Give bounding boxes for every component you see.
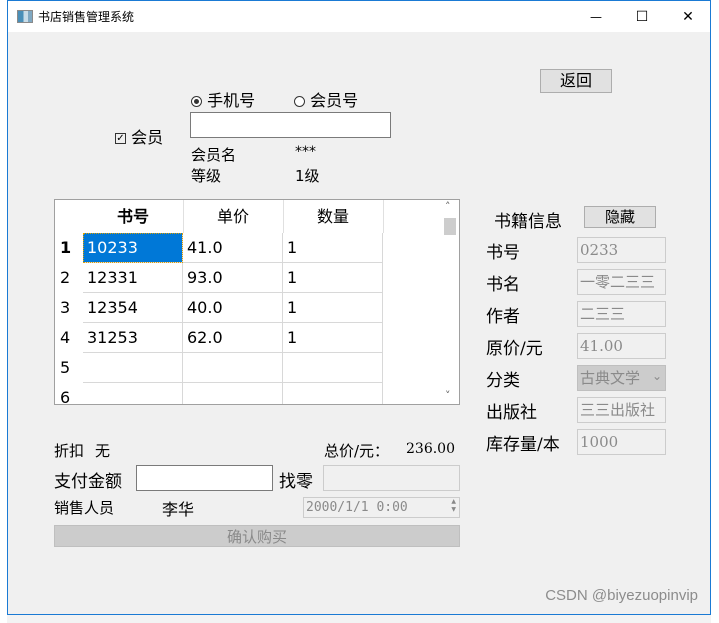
combo-arrow-icon: ⌄: [651, 369, 662, 383]
book-field-value: 0233: [577, 237, 666, 263]
table-cell-price[interactable]: [183, 383, 283, 404]
title-bar: 书店销售管理系统 — ☐ ✕: [8, 1, 710, 32]
book-field-value: 三三出版社: [577, 397, 666, 423]
table-cell-book-no[interactable]: 12331: [83, 263, 183, 293]
total-label: 总价/元：: [324, 442, 390, 460]
table-cell-qty[interactable]: [283, 383, 383, 404]
book-field-label: 库存量/本: [486, 435, 560, 455]
spin-down-icon: ▼: [451, 506, 456, 513]
main-window: 书店销售管理系统 — ☐ ✕ 返回 ✓ 会员 手机号 会员号 会员名 *** 等…: [7, 0, 711, 615]
table-cell-book-no[interactable]: 31253: [83, 323, 183, 353]
book-field-label: 分类: [486, 371, 520, 391]
radio-selected-icon: [191, 96, 202, 107]
table-cell-book-no[interactable]: [83, 353, 183, 383]
minimize-button[interactable]: —: [573, 1, 619, 32]
change-field: [323, 465, 460, 491]
spin-up-icon: ▲: [451, 498, 456, 505]
member-level-value: 1级: [295, 167, 320, 185]
column-header-price[interactable]: 单价: [183, 200, 284, 233]
book-field-label: 作者: [486, 307, 520, 327]
discount-value: 无: [95, 442, 111, 460]
book-field-value: 41.00: [577, 333, 666, 359]
member-search-input[interactable]: [190, 112, 391, 138]
member-level-label: 等级: [191, 167, 222, 185]
book-field-text: 古典文学: [580, 369, 641, 387]
table-cell-book-no[interactable]: [83, 383, 183, 404]
background-app-left: [0, 0, 7, 623]
book-info-title: 书籍信息: [494, 212, 562, 232]
book-field-text: 二三三: [580, 305, 626, 323]
back-button[interactable]: 返回: [540, 69, 612, 93]
check-icon: ✓: [115, 133, 126, 144]
table-vertical-scrollbar[interactable]: ˄ ˅: [442, 200, 459, 404]
change-label: 找零: [279, 472, 313, 492]
datetime-value: 2000/1/1 0:00: [306, 500, 408, 515]
seller-label: 销售人员: [54, 499, 115, 517]
cart-table[interactable]: 书号 单价 数量 1 10233 41.0 1 2 12331 93.0 1 3 12354 40.…: [54, 199, 460, 405]
radio-member-no[interactable]: 会员号: [294, 87, 358, 111]
table-cell-price[interactable]: 62.0: [183, 323, 283, 353]
book-field-text: 41.00: [580, 337, 623, 355]
table-cell-price[interactable]: 41.0: [183, 233, 283, 263]
scroll-thumb[interactable]: [444, 218, 456, 235]
table-cell-book-no[interactable]: 10233: [83, 233, 183, 263]
total-value: 236.00: [406, 441, 455, 457]
book-field-label: 书名: [486, 275, 520, 295]
radio-phone[interactable]: 手机号: [191, 87, 255, 111]
pay-amount-label: 支付金额: [54, 472, 122, 492]
datetime-spinbox: 2000/1/1 0:00 ▲ ▼: [303, 497, 460, 518]
book-field-value: 1000: [577, 429, 666, 455]
book-field-text: 1000: [580, 433, 619, 451]
column-header-book-no[interactable]: 书号: [83, 200, 184, 233]
book-field-value: 二三三: [577, 301, 666, 327]
book-field-label: 书号: [486, 243, 520, 263]
radio-member-no-label: 会员号: [310, 91, 359, 110]
app-icon: [17, 10, 33, 23]
row-header[interactable]: 3: [55, 293, 83, 323]
row-header[interactable]: 5: [55, 353, 83, 383]
table-cell-price[interactable]: 93.0: [183, 263, 283, 293]
member-name-label: 会员名: [191, 146, 237, 164]
row-header[interactable]: 1: [55, 233, 83, 263]
radio-unselected-icon: [294, 96, 305, 107]
window-title: 书店销售管理系统: [38, 10, 135, 24]
book-field-value: 一零二三三: [577, 269, 666, 295]
member-checkbox[interactable]: ✓ 会员: [115, 124, 163, 148]
scroll-down-icon[interactable]: ˅: [445, 389, 451, 402]
table-cell-qty[interactable]: 1: [283, 233, 383, 263]
row-header[interactable]: 4: [55, 323, 83, 353]
seller-value: 李华: [162, 500, 195, 519]
pay-amount-input[interactable]: [136, 465, 273, 491]
table-cell-price[interactable]: [183, 353, 283, 383]
member-name-value: ***: [295, 144, 316, 160]
hide-button[interactable]: 隐藏: [584, 206, 656, 228]
close-button[interactable]: ✕: [665, 1, 711, 32]
table-cell-qty[interactable]: [283, 353, 383, 383]
column-header-qty[interactable]: 数量: [283, 200, 384, 233]
book-field-label: 原价/元: [486, 339, 543, 359]
book-field-label: 出版社: [486, 403, 537, 423]
watermark: CSDN @biyezuopinvip: [545, 587, 698, 604]
table-cell-qty[interactable]: 1: [283, 263, 383, 293]
table-cell-book-no[interactable]: 12354: [83, 293, 183, 323]
maximize-button[interactable]: ☐: [619, 1, 665, 32]
row-header[interactable]: 2: [55, 263, 83, 293]
discount-label: 折扣: [54, 442, 85, 460]
table-cell-qty[interactable]: 1: [283, 323, 383, 353]
table-cell-qty[interactable]: 1: [283, 293, 383, 323]
book-field-text: 0233: [580, 241, 619, 259]
radio-phone-label: 手机号: [207, 91, 256, 110]
row-header[interactable]: 6: [55, 383, 83, 404]
scroll-up-icon[interactable]: ˄: [445, 200, 451, 213]
background-app-right: [711, 0, 719, 623]
member-checkbox-label: 会员: [131, 128, 164, 147]
book-field-text: 三三出版社: [580, 401, 656, 419]
table-cell-price[interactable]: 40.0: [183, 293, 283, 323]
confirm-purchase-button[interactable]: 确认购买: [54, 525, 460, 547]
book-field-text: 一零二三三: [580, 273, 656, 291]
category-combobox[interactable]: 古典文学 ⌄: [577, 365, 666, 391]
